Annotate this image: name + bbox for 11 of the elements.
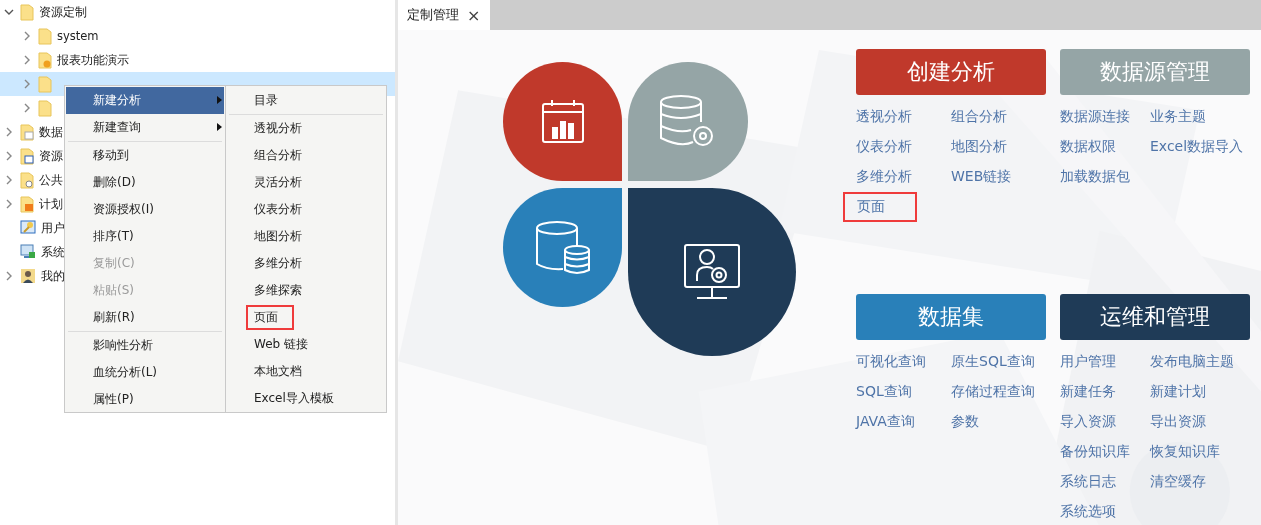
- tab-label: 定制管理: [407, 6, 459, 24]
- tree-item-label: 数据: [39, 124, 63, 140]
- tree-item-label: system: [57, 29, 99, 43]
- tree-item-label: 资源定制: [39, 4, 87, 20]
- tree-item-label: 报表功能演示: [57, 52, 129, 68]
- tree-item-label: 计划: [39, 196, 63, 212]
- tree-item-label: 资源: [39, 148, 63, 164]
- tree-item-label: 公共: [39, 172, 63, 188]
- tree-item-label: 我的: [41, 268, 65, 284]
- tree-item-label: 用户: [41, 220, 65, 236]
- tree-item-label: 系统: [41, 244, 65, 260]
